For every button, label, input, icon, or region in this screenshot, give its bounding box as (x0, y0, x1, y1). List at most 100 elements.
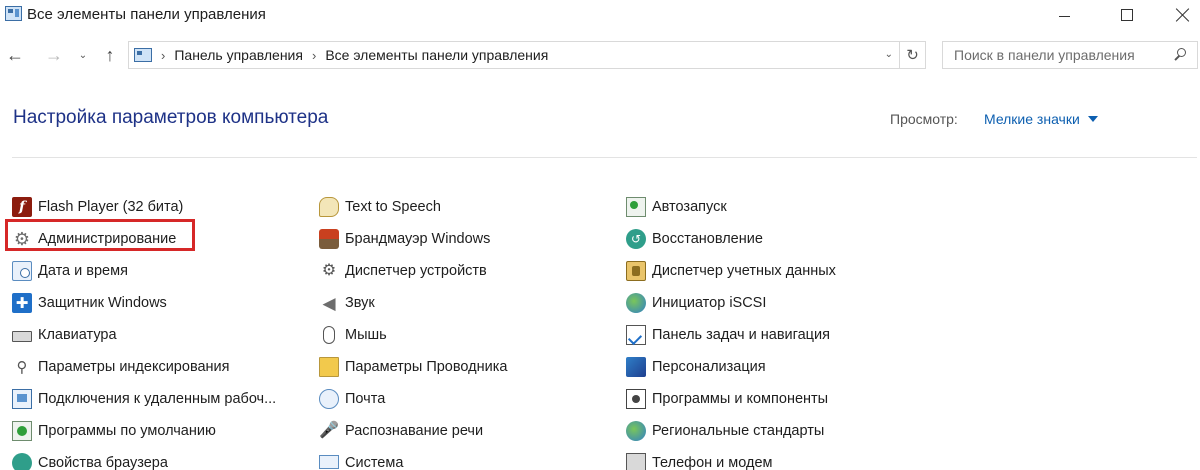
personalization-icon (626, 357, 646, 377)
item-mouse[interactable]: Мышь (319, 319, 507, 351)
remote-connections-icon (12, 389, 32, 409)
mouse-icon (323, 326, 335, 344)
item-programs-features[interactable]: Программы и компоненты (626, 383, 836, 415)
item-label: Text to Speech (345, 199, 441, 215)
item-label: Региональные стандарты (652, 423, 825, 439)
item-label: Брандмауэр Windows (345, 231, 491, 247)
maximize-icon (1121, 9, 1133, 21)
item-label: Параметры Проводника (345, 359, 508, 375)
system-icon (319, 454, 339, 470)
item-remote-connections[interactable]: Подключения к удаленным рабоч... (12, 383, 276, 415)
caret-down-icon (1087, 116, 1098, 122)
text-to-speech-icon (319, 197, 339, 217)
item-label: Почта (345, 391, 386, 407)
item-label: Защитник Windows (38, 295, 167, 311)
search-icon[interactable] (1173, 48, 1187, 62)
item-date-time[interactable]: Дата и время (12, 255, 276, 287)
item-text-to-speech[interactable]: Text to Speech (319, 191, 507, 223)
page-title: Настройка параметров компьютера (13, 107, 329, 128)
item-label: Автозапуск (652, 199, 727, 215)
search-placeholder: Поиск в панели управления (954, 47, 1135, 63)
item-label: Свойства браузера (38, 455, 168, 470)
item-taskbar-navigation[interactable]: Панель задач и навигация (626, 319, 836, 351)
item-label: Панель задач и навигация (652, 327, 830, 343)
iscsi-initiator-icon (626, 293, 646, 313)
item-label: Параметры индексирования (38, 359, 230, 375)
item-indexing-options[interactable]: ⚲ Параметры индексирования (12, 351, 276, 383)
item-label: Дата и время (38, 263, 128, 279)
address-bar[interactable]: › Панель управления › Все элементы панел… (128, 41, 900, 69)
item-label: Звук (345, 295, 375, 311)
breadcrumb-separator-icon[interactable]: › (312, 48, 316, 63)
items-column-2: Text to Speech Брандмауэр Windows ⚙ Диспе… (319, 191, 507, 470)
items-column-3: Автозапуск ↺ Восстановление Диспетчер уче… (626, 191, 836, 470)
item-label: Мышь (345, 327, 387, 343)
explorer-options-icon (319, 357, 339, 377)
view-dropdown-value: Мелкие значки (984, 111, 1080, 127)
item-label: Восстановление (652, 231, 763, 247)
item-keyboard[interactable]: Клавиатура (12, 319, 276, 351)
item-label: Программы по умолчанию (38, 423, 216, 439)
refresh-button[interactable]: ↻ (900, 41, 926, 69)
control-panel-icon (134, 48, 152, 62)
item-device-manager[interactable]: ⚙ Диспетчер устройств (319, 255, 507, 287)
region-icon (626, 421, 646, 441)
arrow-left-icon: ← (6, 44, 24, 65)
item-windows-defender[interactable]: ✚ Защитник Windows (12, 287, 276, 319)
phone-modem-icon (626, 453, 646, 470)
item-credential-manager[interactable]: Диспетчер учетных данных (626, 255, 836, 287)
item-iscsi-initiator[interactable]: Инициатор iSCSI (626, 287, 836, 319)
breadcrumb-separator-icon[interactable]: › (161, 48, 165, 63)
item-label: Подключения к удаленным рабоч... (38, 391, 277, 407)
item-label: Система (345, 455, 404, 470)
up-button[interactable]: ↑ (99, 44, 121, 66)
item-windows-firewall[interactable]: Брандмауэр Windows (319, 223, 507, 255)
window-title: Все элементы панели управления (27, 6, 266, 23)
item-region[interactable]: Региональные стандарты (626, 415, 836, 447)
item-phone-modem[interactable]: Телефон и модем (626, 447, 836, 470)
default-programs-icon (12, 421, 32, 441)
windows-firewall-icon (319, 229, 339, 249)
recovery-icon: ↺ (626, 229, 646, 249)
view-dropdown[interactable]: Мелкие значки (984, 111, 1098, 127)
maximize-button[interactable] (1104, 0, 1150, 30)
item-default-programs[interactable]: Программы по умолчанию (12, 415, 276, 447)
close-button[interactable] (1160, 0, 1200, 30)
recent-locations-button[interactable]: ⌄ (76, 44, 90, 66)
item-autoplay[interactable]: Автозапуск (626, 191, 836, 223)
navigation-bar: ← → ⌄ ↑ › Панель управления › Все элемен… (0, 38, 1200, 72)
item-browser-properties[interactable]: Свойства браузера (12, 447, 276, 470)
forward-button[interactable]: → (43, 44, 65, 66)
back-button[interactable]: ← (4, 44, 26, 66)
windows-defender-icon: ✚ (12, 293, 32, 313)
breadcrumb-control-panel[interactable]: Панель управления (174, 47, 303, 63)
item-sound[interactable]: ◀ Звук (319, 287, 507, 319)
view-label: Просмотр: (890, 111, 958, 127)
item-mail[interactable]: Почта (319, 383, 507, 415)
breadcrumb-all-items[interactable]: Все элементы панели управления (325, 47, 548, 63)
indexing-options-icon: ⚲ (16, 358, 28, 376)
close-icon (1176, 8, 1190, 22)
item-system[interactable]: Система (319, 447, 507, 470)
device-manager-icon: ⚙ (321, 262, 337, 279)
item-speech-recognition[interactable]: 🎤 Распознавание речи (319, 415, 507, 447)
item-label: Программы и компоненты (652, 391, 829, 407)
item-label: Диспетчер учетных данных (652, 263, 836, 279)
item-label: Инициатор iSCSI (652, 295, 767, 311)
item-personalization[interactable]: Персонализация (626, 351, 836, 383)
arrow-up-icon: ↑ (105, 44, 115, 65)
address-dropdown-icon[interactable]: ⌄ (885, 49, 893, 60)
item-recovery[interactable]: ↺ Восстановление (626, 223, 836, 255)
chevron-down-icon: ⌄ (78, 49, 88, 61)
flash-player-icon: f (12, 197, 32, 217)
minimize-button[interactable] (1041, 0, 1087, 30)
keyboard-icon (12, 330, 32, 342)
minimize-icon (1058, 15, 1070, 17)
autoplay-icon (626, 197, 646, 217)
item-explorer-options[interactable]: Параметры Проводника (319, 351, 507, 383)
item-label: Диспетчер устройств (345, 263, 487, 279)
sound-icon: ◀ (322, 293, 336, 313)
taskbar-navigation-icon (626, 325, 646, 345)
search-input[interactable]: Поиск в панели управления (942, 41, 1198, 69)
speech-recognition-icon: 🎤 (319, 422, 339, 439)
